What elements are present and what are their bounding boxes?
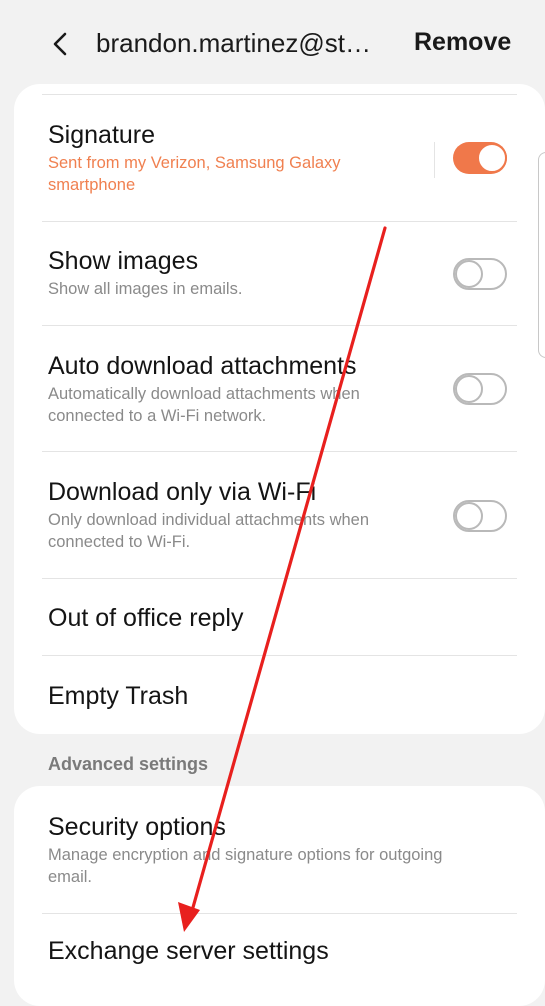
signature-summary: Sent from my Verizon, Samsung Galaxy sma… (48, 154, 341, 194)
divider (42, 578, 517, 579)
security-options-setting[interactable]: Security options Manage encryption and s… (48, 812, 517, 888)
divider (42, 221, 517, 222)
show-images-toggle[interactable] (453, 258, 507, 290)
signature-toggle[interactable] (453, 142, 507, 174)
divider (42, 451, 517, 452)
divider (42, 325, 517, 326)
wifi-only-title: Download only via Wi-Fi (48, 478, 317, 506)
exchange-server-title: Exchange server settings (48, 937, 329, 965)
out-of-office-setting[interactable]: Out of office reply (48, 603, 517, 633)
exchange-server-setting[interactable]: Exchange server settings (48, 936, 517, 966)
auto-download-toggle[interactable] (453, 373, 507, 405)
back-button[interactable] (40, 24, 80, 64)
empty-trash-title: Empty Trash (48, 682, 189, 710)
auto-download-setting[interactable]: Auto download attachments Automatically … (48, 351, 517, 427)
show-images-setting[interactable]: Show images Show all images in emails. (48, 246, 517, 300)
account-title: brandon.martinez@st… (96, 28, 371, 58)
divider (42, 913, 517, 914)
vertical-separator (434, 142, 435, 178)
toggle-knob (477, 143, 507, 173)
divider (42, 94, 517, 95)
show-images-title: Show images (48, 247, 199, 275)
signature-title: Signature (48, 121, 156, 149)
app-bar: brandon.martinez@st… Remove (0, 0, 545, 86)
security-options-title: Security options (48, 813, 226, 841)
security-options-summary: Manage encryption and signature options … (48, 846, 443, 886)
auto-download-title: Auto download attachments (48, 352, 357, 380)
advanced-settings-header: Advanced settings (48, 754, 209, 774)
account-settings-card: Signature Sent from my Verizon, Samsung … (14, 84, 545, 734)
toggle-knob (455, 260, 483, 288)
empty-trash-setting[interactable]: Empty Trash (48, 681, 517, 711)
signature-setting[interactable]: Signature Sent from my Verizon, Samsung … (48, 120, 517, 196)
remove-button[interactable]: Remove (414, 28, 511, 57)
toggle-knob (455, 375, 483, 403)
chevron-left-icon (53, 32, 67, 56)
wifi-only-summary: Only download individual attachments whe… (48, 511, 370, 551)
auto-download-summary: Automatically download attachments when … (48, 385, 360, 425)
out-of-office-title: Out of office reply (48, 604, 244, 632)
advanced-settings-card: Security options Manage encryption and s… (14, 786, 545, 1006)
toggle-knob (455, 502, 483, 530)
scroll-indicator[interactable] (538, 152, 545, 358)
wifi-only-setting[interactable]: Download only via Wi-Fi Only download in… (48, 477, 517, 553)
divider (42, 655, 517, 656)
show-images-summary: Show all images in emails. (48, 280, 243, 298)
wifi-only-toggle[interactable] (453, 500, 507, 532)
